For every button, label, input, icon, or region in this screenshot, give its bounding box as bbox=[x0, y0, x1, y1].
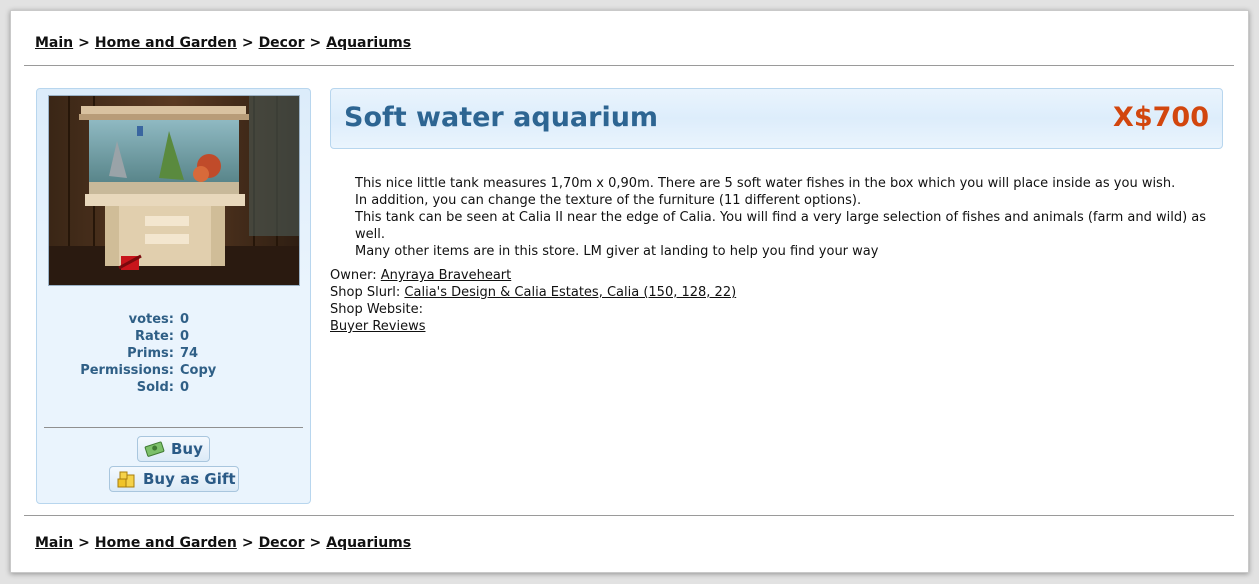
product-price: X$700 bbox=[1113, 102, 1209, 133]
buyer-reviews-link[interactable]: Buyer Reviews bbox=[330, 319, 425, 334]
website-label: Shop Website: bbox=[330, 302, 424, 317]
breadcrumb-separator: > bbox=[78, 35, 90, 51]
stat-label: Prims: bbox=[127, 346, 174, 361]
stat-value: 0 bbox=[180, 312, 190, 327]
breadcrumb: Main > Home and Garden > Decor > Aquariums bbox=[35, 35, 411, 51]
breadcrumb-aquariums[interactable]: Aquariums bbox=[326, 535, 411, 551]
product-description: This nice little tank measures 1,70m x 0… bbox=[355, 175, 1215, 260]
breadcrumb-main[interactable]: Main bbox=[35, 535, 73, 551]
owner-row: Owner: Anyraya Braveheart bbox=[330, 267, 736, 284]
breadcrumb-decor[interactable]: Decor bbox=[259, 535, 305, 551]
product-photo[interactable] bbox=[48, 95, 300, 286]
buy-as-gift-button[interactable]: Buy as Gift bbox=[109, 466, 239, 492]
stat-label: Sold: bbox=[136, 380, 174, 395]
stat-value: 0 bbox=[180, 329, 190, 344]
breadcrumb-home-and-garden[interactable]: Home and Garden bbox=[95, 535, 237, 551]
sidebar-divider bbox=[44, 427, 303, 428]
website-row: Shop Website: bbox=[330, 301, 736, 318]
stat-label: Permissions: bbox=[80, 363, 174, 378]
stat-label: votes: bbox=[128, 312, 174, 327]
product-sidebar: votes: 0 Rate: 0 Prims: 74 Permissions: Copy… bbox=[36, 88, 311, 504]
breadcrumb-home-and-garden[interactable]: Home and Garden bbox=[95, 35, 237, 51]
slurl-label: Shop Slurl: bbox=[330, 285, 401, 300]
slurl-row: Shop Slurl: Calia's Design & Calia Estat… bbox=[330, 284, 736, 301]
stat-sold: Sold: 0 bbox=[37, 379, 310, 396]
breadcrumb-separator: > bbox=[309, 35, 322, 51]
stat-rate: Rate: 0 bbox=[37, 328, 310, 345]
coins-icon bbox=[116, 470, 138, 488]
breadcrumb-bottom: Main > Home and Garden > Decor > Aquariums bbox=[35, 535, 411, 551]
divider bbox=[24, 515, 1234, 516]
description-line: This tank can be seen at Calia II near t… bbox=[355, 210, 1207, 242]
description-line: This nice little tank measures 1,70m x 0… bbox=[355, 176, 1176, 191]
buy-button[interactable]: Buy bbox=[137, 436, 210, 462]
product-title: Soft water aquarium bbox=[344, 102, 659, 133]
stat-value: 74 bbox=[180, 346, 199, 361]
stat-label: Rate: bbox=[134, 329, 174, 344]
reviews-row: Buyer Reviews bbox=[330, 318, 736, 335]
product-stats: votes: 0 Rate: 0 Prims: 74 Permissions: Copy… bbox=[37, 311, 310, 396]
buy-as-gift-label: Buy as Gift bbox=[143, 470, 236, 488]
owner-link[interactable]: Anyraya Braveheart bbox=[381, 268, 512, 283]
money-icon bbox=[144, 440, 166, 458]
stat-permissions: Permissions: Copy bbox=[37, 362, 310, 379]
stat-votes: votes: 0 bbox=[37, 311, 310, 328]
description-line: Many other items are in this store. LM g… bbox=[355, 244, 879, 259]
description-line: In addition, you can change the texture … bbox=[355, 193, 862, 208]
breadcrumb-separator: > bbox=[241, 35, 254, 51]
divider bbox=[24, 65, 1234, 66]
product-header: Soft water aquarium X$700 bbox=[330, 88, 1223, 149]
owner-label: Owner: bbox=[330, 268, 377, 283]
breadcrumb-separator: > bbox=[309, 535, 322, 551]
slurl-link[interactable]: Calia's Design & Calia Estates, Calia (1… bbox=[404, 285, 736, 300]
breadcrumb-separator: > bbox=[241, 535, 254, 551]
page-frame: Main > Home and Garden > Decor > Aquariums bbox=[10, 10, 1249, 573]
breadcrumb-decor[interactable]: Decor bbox=[259, 35, 305, 51]
shop-info: Owner: Anyraya Braveheart Shop Slurl: Ca… bbox=[330, 267, 736, 335]
breadcrumb-main[interactable]: Main bbox=[35, 35, 73, 51]
breadcrumb-aquariums[interactable]: Aquariums bbox=[326, 35, 411, 51]
stat-value: 0 bbox=[180, 380, 190, 395]
stat-value: Copy bbox=[180, 363, 217, 378]
stat-prims: Prims: 74 bbox=[37, 345, 310, 362]
breadcrumb-separator: > bbox=[78, 535, 90, 551]
buy-button-label: Buy bbox=[171, 440, 203, 458]
